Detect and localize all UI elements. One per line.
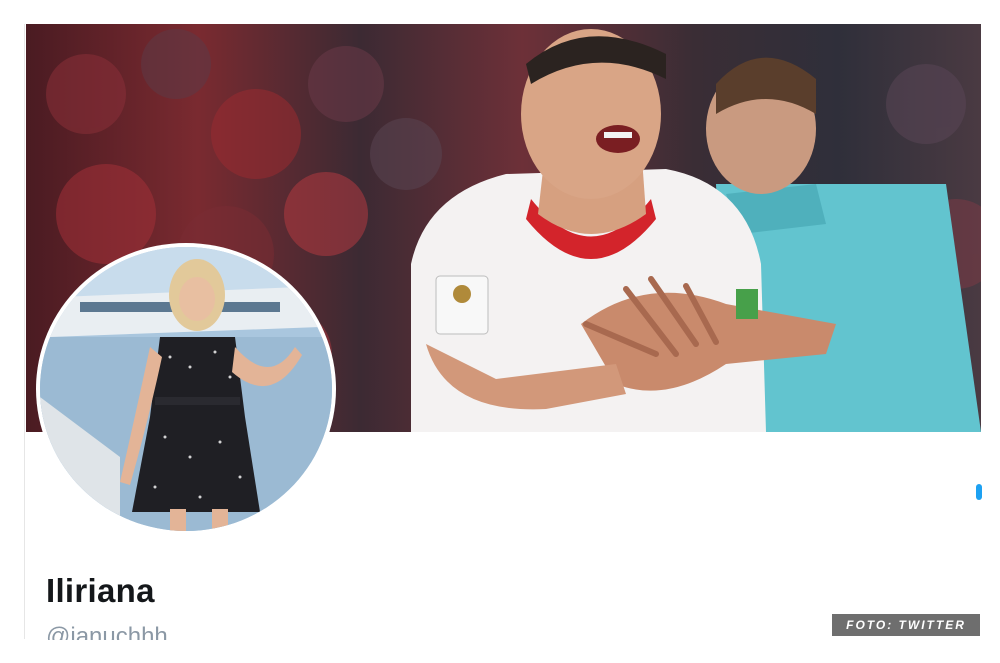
profile-handle: @ianuchhh [46, 623, 168, 640]
profile-avatar[interactable] [36, 243, 336, 535]
avatar-photo [40, 247, 332, 531]
card-border [24, 24, 25, 639]
profile-card: Iliriana @ianuchhh FOTO: TWITTER [0, 0, 1000, 663]
profile-display-name: Iliriana [46, 572, 155, 609]
avatar-photo-graphic [40, 247, 332, 531]
photo-credit-badge: FOTO: TWITTER [832, 614, 980, 636]
scroll-indicator [976, 484, 982, 500]
